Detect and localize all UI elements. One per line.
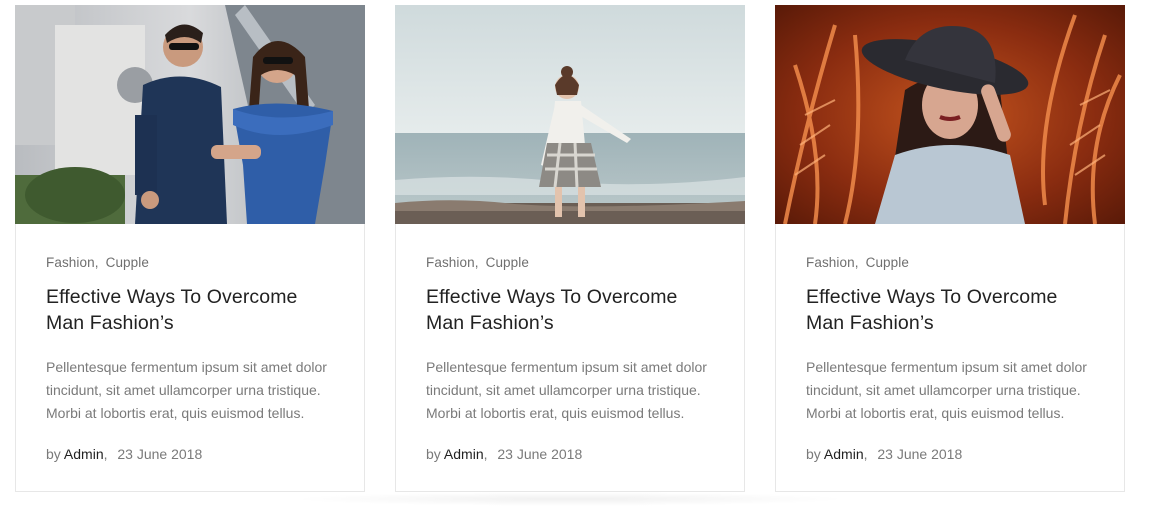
- author-link[interactable]: Admin: [444, 446, 484, 462]
- blog-card: Fashion, Cupple Effective Ways To Overcom…: [15, 5, 365, 492]
- post-date: 23 June 2018: [877, 446, 963, 462]
- post-date: 23 June 2018: [117, 446, 203, 462]
- category-link[interactable]: Fashion: [426, 255, 475, 270]
- category-link[interactable]: Fashion: [806, 255, 855, 270]
- post-title[interactable]: Effective Ways To Overcome Man Fashion’s: [46, 284, 334, 336]
- post-meta: by Admin, 23 June 2018: [806, 446, 963, 462]
- author-link[interactable]: Admin: [824, 446, 864, 462]
- blog-grid: Fashion, Cupple Effective Ways To Overcom…: [15, 5, 1125, 492]
- post-title[interactable]: Effective Ways To Overcome Man Fashion’s: [426, 284, 714, 336]
- blog-card: Fashion, Cupple Effective Ways To Overcom…: [395, 5, 745, 492]
- post-categories: Fashion, Cupple: [806, 255, 909, 270]
- post-meta: by Admin, 23 June 2018: [426, 446, 583, 462]
- category-link[interactable]: Cupple: [486, 255, 529, 270]
- blog-card: Fashion, Cupple Effective Ways To Overcom…: [775, 5, 1125, 492]
- post-excerpt: Pellentesque fermentum ipsum sit amet do…: [806, 359, 1087, 421]
- by-label: by: [806, 446, 821, 462]
- post-categories: Fashion, Cupple: [426, 255, 529, 270]
- post-thumbnail-woman-hat[interactable]: [775, 5, 1125, 224]
- post-thumbnail-couple[interactable]: [15, 5, 365, 224]
- post-excerpt: Pellentesque fermentum ipsum sit amet do…: [426, 359, 707, 421]
- post-excerpt: Pellentesque fermentum ipsum sit amet do…: [46, 359, 327, 421]
- post-categories: Fashion, Cupple: [46, 255, 149, 270]
- category-link[interactable]: Cupple: [106, 255, 149, 270]
- post-thumbnail-beach-girl[interactable]: [395, 5, 745, 224]
- category-link[interactable]: Cupple: [866, 255, 909, 270]
- category-link[interactable]: Fashion: [46, 255, 95, 270]
- author-link[interactable]: Admin: [64, 446, 104, 462]
- post-meta: by Admin, 23 June 2018: [46, 446, 203, 462]
- by-label: by: [46, 446, 61, 462]
- by-label: by: [426, 446, 441, 462]
- post-title[interactable]: Effective Ways To Overcome Man Fashion’s: [806, 284, 1094, 336]
- post-date: 23 June 2018: [497, 446, 583, 462]
- bottom-shadow: [290, 492, 850, 506]
